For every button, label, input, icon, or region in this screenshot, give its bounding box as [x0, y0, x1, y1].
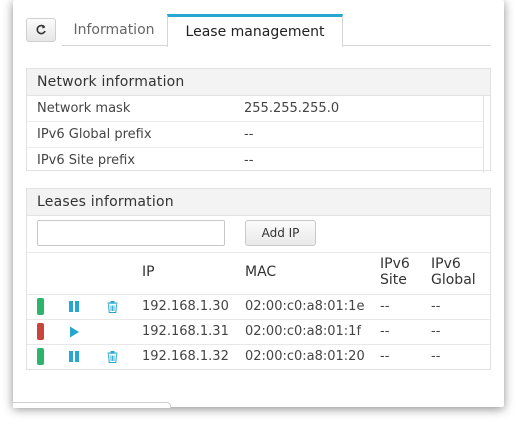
lease-ipv6-global: -- — [431, 349, 441, 364]
status-indicator — [37, 348, 44, 365]
lease-ip: 192.168.1.31 — [142, 324, 229, 339]
ipv6-global-prefix-value: -- — [244, 127, 254, 142]
pause-button[interactable] — [66, 298, 82, 315]
ipv6-global-header-line1: IPv6 — [431, 256, 461, 272]
network-information-panel: Network information Network mask 255.255… — [26, 68, 491, 173]
lease-ipv6-site: -- — [380, 324, 390, 339]
play-button[interactable] — [66, 323, 82, 340]
ip-column-header: IP — [142, 264, 155, 280]
delete-button[interactable] — [104, 298, 120, 315]
lease-ip: 192.168.1.30 — [142, 299, 229, 314]
trash-icon — [107, 350, 117, 363]
lease-ipv6-site: -- — [380, 299, 390, 314]
ipv6-global-prefix-label: IPv6 Global prefix — [37, 127, 152, 142]
pause-icon — [69, 351, 79, 362]
mac-column-header: MAC — [245, 264, 277, 280]
network-mask-label: Network mask — [37, 101, 131, 116]
pause-icon — [69, 301, 79, 312]
lease-ipv6-global: -- — [431, 299, 441, 314]
network-row: Network mask 255.255.255.0 — [27, 96, 483, 122]
ipv6-site-header-line2: Site — [380, 272, 407, 288]
network-row: IPv6 Global prefix -- — [27, 122, 483, 148]
lease-mac: 02:00:c0:a8:01:20 — [245, 349, 365, 364]
lease-row: 192.168.1.32 02:00:c0:a8:01:20 -- -- — [27, 344, 490, 369]
tab-lease-management[interactable]: Lease management — [167, 14, 343, 47]
bottom-tab-edge — [13, 402, 171, 408]
add-ip-button[interactable]: Add IP — [245, 220, 316, 246]
status-indicator — [37, 323, 44, 340]
delete-button[interactable] — [104, 348, 120, 365]
refresh-icon — [36, 24, 46, 35]
refresh-button[interactable] — [26, 18, 56, 42]
lease-ipv6-site: -- — [380, 349, 390, 364]
ipv6-site-header-line1: IPv6 — [380, 256, 410, 272]
lease-mac: 02:00:c0:a8:01:1f — [245, 324, 362, 339]
ipv6-site-prefix-label: IPv6 Site prefix — [37, 153, 136, 168]
lease-row: 192.168.1.30 02:00:c0:a8:01:1e -- -- — [27, 294, 490, 319]
trash-icon — [107, 300, 117, 313]
network-row: IPv6 Site prefix -- — [27, 148, 483, 173]
leases-information-title: Leases information — [27, 189, 490, 216]
lease-ip: 192.168.1.32 — [142, 349, 229, 364]
lease-ipv6-global: -- — [431, 324, 441, 339]
ipv6-site-prefix-value: -- — [244, 153, 254, 168]
pause-button[interactable] — [66, 348, 82, 365]
tab-information[interactable]: Information — [62, 14, 166, 46]
ipv6-global-header-line2: Global — [431, 272, 476, 288]
ip-input[interactable] — [37, 220, 225, 246]
lease-mac: 02:00:c0:a8:01:1e — [245, 299, 365, 314]
status-indicator — [37, 298, 44, 315]
play-icon — [69, 326, 79, 337]
network-mask-value: 255.255.255.0 — [244, 101, 340, 116]
network-information-title: Network information — [27, 69, 490, 96]
lease-row: 192.168.1.31 02:00:c0:a8:01:1f -- -- — [27, 319, 490, 344]
